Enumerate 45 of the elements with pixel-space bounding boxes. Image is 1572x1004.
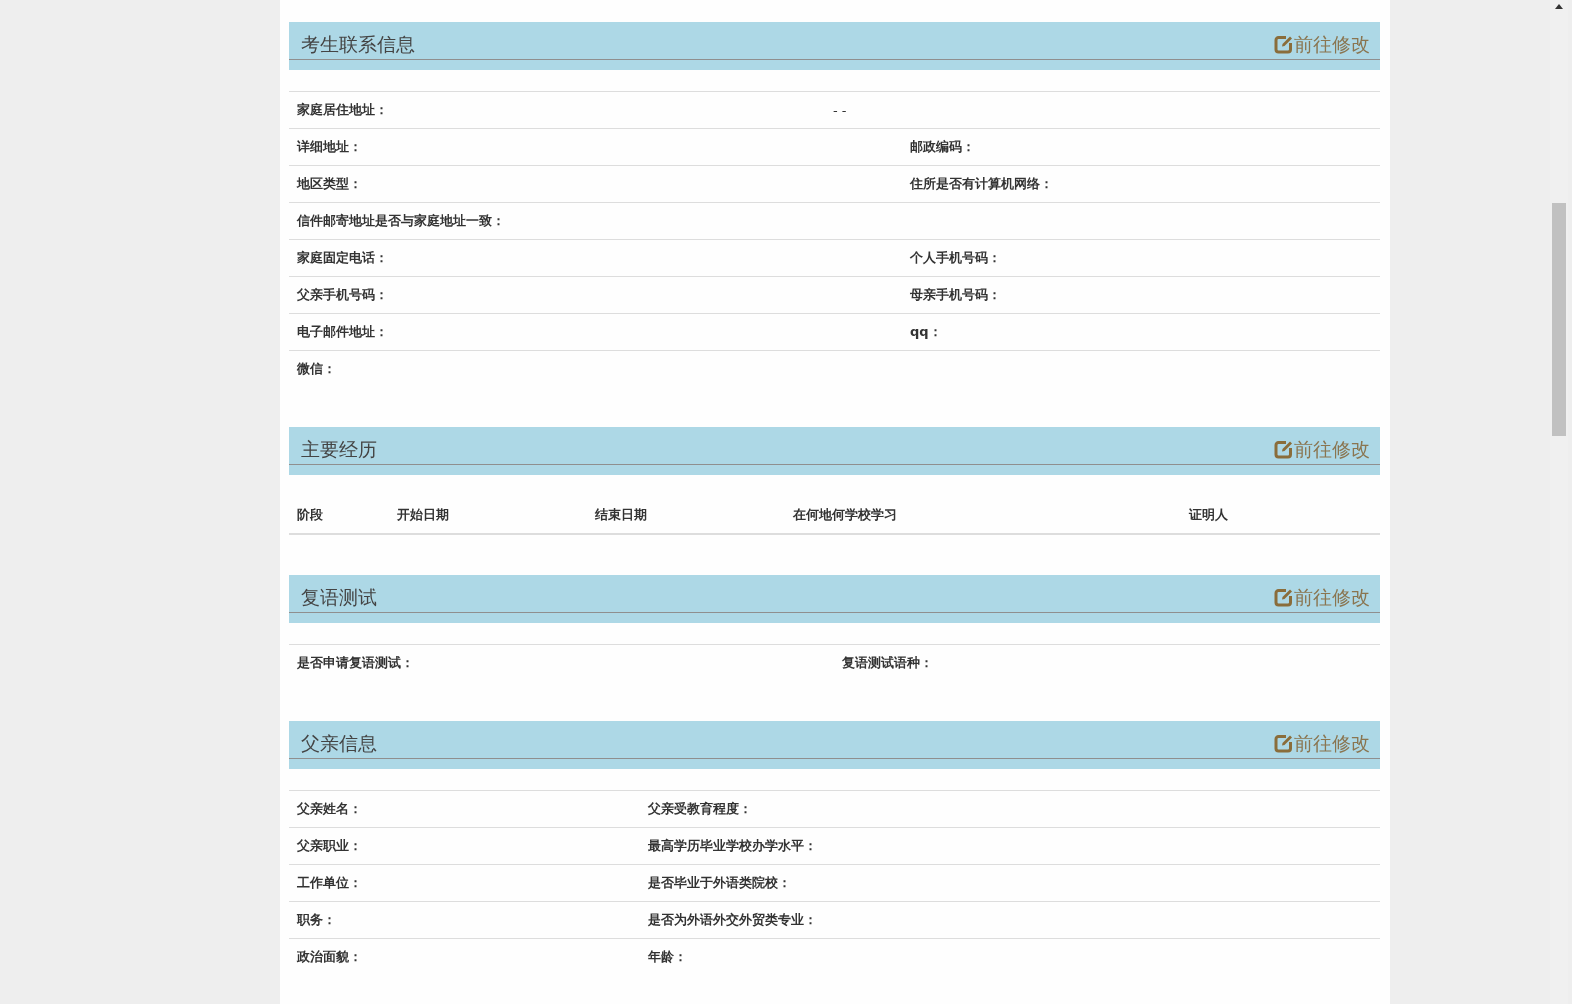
section-title: 主要经历 bbox=[301, 437, 377, 462]
edit-icon bbox=[1274, 733, 1293, 753]
edit-link[interactable]: 前往修改 bbox=[1274, 730, 1370, 758]
section-title: 父亲信息 bbox=[301, 731, 377, 756]
scrollbar-thumb[interactable] bbox=[1552, 203, 1566, 436]
field-label: 是否申请复语测试： bbox=[297, 654, 414, 672]
edit-icon bbox=[1274, 587, 1293, 607]
field-label: 政治面貌： bbox=[297, 948, 362, 966]
field-label: 父亲受教育程度： bbox=[648, 800, 752, 818]
field-label: 父亲姓名： bbox=[297, 800, 362, 818]
column-header: 在何地何学校学习 bbox=[793, 505, 897, 524]
field-label: 住所是否有计算机网络： bbox=[910, 175, 1053, 193]
field-label: 邮政编码： bbox=[910, 138, 975, 156]
field-label: 年龄： bbox=[648, 948, 687, 966]
field-label: 母亲手机号码： bbox=[910, 286, 1001, 304]
column-header: 证明人 bbox=[1189, 505, 1228, 524]
field-label: 父亲手机号码： bbox=[297, 286, 388, 304]
scroll-up-arrow-icon[interactable] bbox=[1555, 4, 1563, 9]
edit-icon bbox=[1274, 439, 1293, 459]
field-value: - - bbox=[833, 102, 847, 118]
field-label: 职务： bbox=[297, 911, 336, 929]
field-label: 工作单位： bbox=[297, 874, 362, 892]
field-label: qq： bbox=[910, 323, 942, 341]
field-label: 是否为外语外交外贸类专业： bbox=[648, 911, 817, 929]
column-header: 开始日期 bbox=[397, 505, 449, 524]
field-label: 个人手机号码： bbox=[910, 249, 1001, 267]
field-label: 电子邮件地址： bbox=[297, 323, 388, 341]
section-title: 复语测试 bbox=[301, 585, 377, 610]
field-label: 家庭居住地址： bbox=[297, 101, 388, 119]
field-label: 微信： bbox=[297, 360, 336, 378]
field-label: 地区类型： bbox=[297, 175, 362, 193]
edit-link[interactable]: 前往修改 bbox=[1274, 31, 1370, 59]
edit-link[interactable]: 前往修改 bbox=[1274, 584, 1370, 612]
column-header: 结束日期 bbox=[595, 505, 647, 524]
field-label: 父亲职业： bbox=[297, 837, 362, 855]
field-label: 最高学历毕业学校办学水平： bbox=[648, 837, 817, 855]
field-label: 详细地址： bbox=[297, 138, 362, 156]
edit-link[interactable]: 前往修改 bbox=[1274, 436, 1370, 464]
field-label: 是否毕业于外语类院校： bbox=[648, 874, 791, 892]
field-label: 复语测试语种： bbox=[842, 654, 933, 672]
field-label: 信件邮寄地址是否与家庭地址一致： bbox=[297, 212, 505, 230]
column-header: 阶段 bbox=[297, 505, 323, 524]
edit-icon bbox=[1274, 34, 1293, 54]
section-title: 考生联系信息 bbox=[301, 32, 415, 57]
field-label: 家庭固定电话： bbox=[297, 249, 388, 267]
